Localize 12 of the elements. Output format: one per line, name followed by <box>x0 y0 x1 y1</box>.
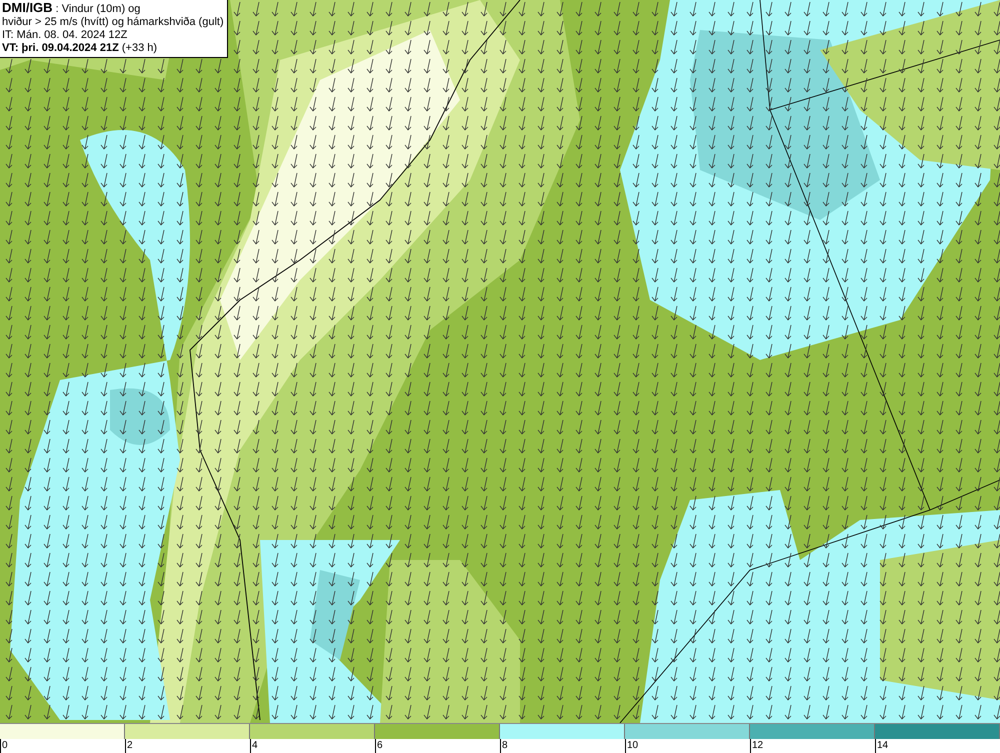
legend-tick-label: 10 <box>626 740 638 751</box>
title-line: hviður > 25 m/s (hvítt) og hámarkshviða (gult) <box>2 16 224 29</box>
issue-time: IT: Mán. 08. 04. 2024 12Z <box>2 29 128 42</box>
title-line: DMI/IGB : Vindur (10m) og <box>2 3 140 15</box>
legend-tick-label: 8 <box>501 740 508 751</box>
legend-tick-label: 12 <box>751 740 764 751</box>
legend-tick-label: 0 <box>1 740 8 751</box>
valid-time: VT: þri. 09.04.2024 21Z (+33 h) <box>2 42 158 55</box>
legend-tick-label: 14 <box>876 740 888 751</box>
legend-tick-label: 6 <box>376 740 383 751</box>
legend-tick-label: 2 <box>126 740 133 751</box>
legend-tick-label: 4 <box>251 740 258 751</box>
